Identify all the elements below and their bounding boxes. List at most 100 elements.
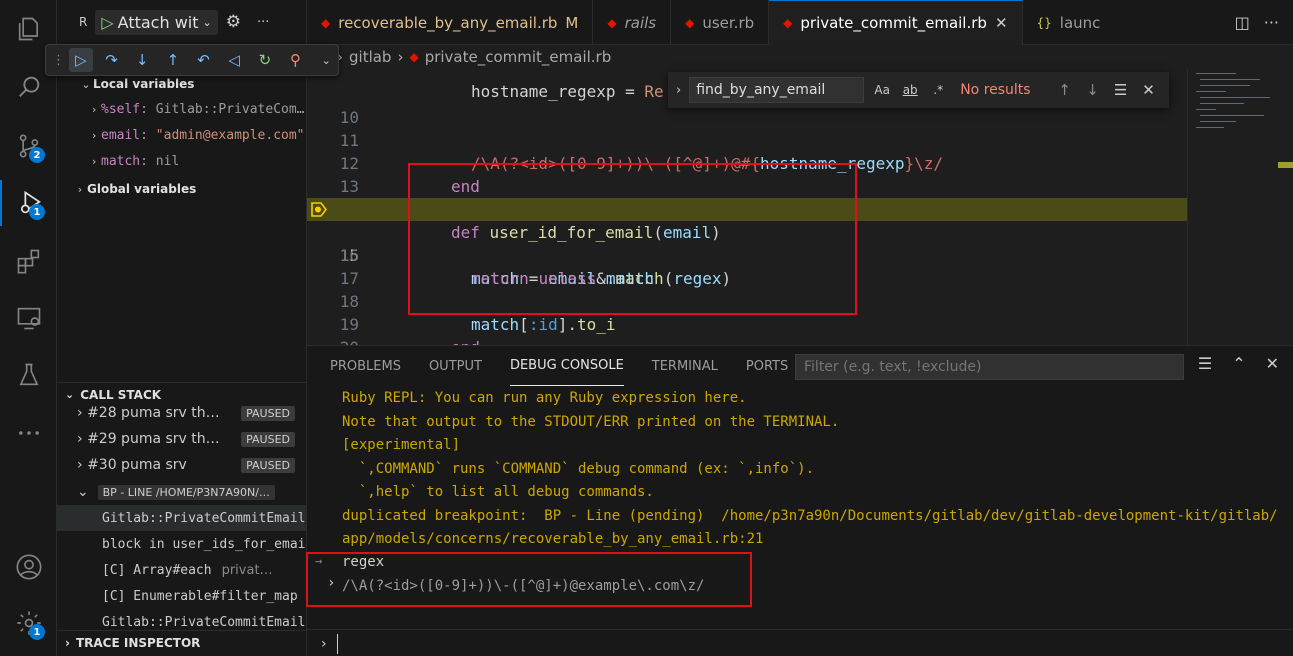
tab-label: rails xyxy=(624,13,657,32)
tab-launch[interactable]: {} launc xyxy=(1023,0,1115,45)
previous-match-icon[interactable]: ↑ xyxy=(1055,81,1075,99)
activity-bar: 2 1 1 xyxy=(0,0,57,656)
variable-row[interactable]: › %self: Gitlab::PrivateCom… xyxy=(57,97,306,121)
variable-row[interactable]: › match: nil xyxy=(57,149,306,173)
chevron-down-icon[interactable]: ⌄ xyxy=(314,48,338,72)
tab-ports[interactable]: PORTS xyxy=(746,346,788,386)
close-find-icon[interactable]: ✕ xyxy=(1139,81,1159,99)
tab-rails[interactable]: ◆ rails xyxy=(593,0,672,45)
modified-indicator: M xyxy=(565,13,579,32)
debug-console-output[interactable]: Ruby REPL: You can run any Ruby expressi… xyxy=(307,386,1293,626)
whole-word-toggle[interactable]: ab xyxy=(900,83,920,97)
disconnect-icon[interactable]: ⚲ xyxy=(284,48,308,72)
split-editor-icon[interactable]: ◫ xyxy=(1235,13,1250,32)
stack-frame-row[interactable]: [C] Enumerable#filter_map xyxy=(57,583,306,609)
drag-handle-icon[interactable]: ⋮⋮ xyxy=(52,53,78,68)
debug-more-icon[interactable]: ··· xyxy=(257,15,269,30)
breakpoint-thread-row[interactable]: ⌄ BP - LINE /HOME/P3N7A90N/… xyxy=(57,479,306,505)
tab-private-commit-email[interactable]: ◆ private_commit_email.rb ✕ xyxy=(769,0,1023,45)
more-icon[interactable] xyxy=(0,410,57,456)
breakpoint-arrow-icon[interactable] xyxy=(311,202,327,217)
debug-toolbar: ⋮⋮ ▷ ↷ ↓ ↑ ↶ ◁ ↻ ⚲ ⌄ xyxy=(45,44,339,76)
step-out-icon[interactable]: ↑ xyxy=(161,48,185,72)
local-variables-label: Local variables xyxy=(93,77,195,91)
chevron-right-icon: › xyxy=(77,431,83,447)
testing-icon[interactable] xyxy=(0,352,57,398)
reverse-continue-icon[interactable]: ◁ xyxy=(222,48,246,72)
chevron-right-icon: › xyxy=(90,128,98,142)
chevron-right-icon: › xyxy=(77,457,83,473)
stack-frame-row[interactable]: [C] Array#each privat… xyxy=(57,557,306,583)
step-back-icon[interactable]: ↶ xyxy=(192,48,216,72)
next-match-icon[interactable]: ↓ xyxy=(1083,81,1103,99)
minimap-current-line xyxy=(1278,162,1293,168)
settings-gear-icon[interactable]: 1 xyxy=(0,600,57,646)
tab-problems[interactable]: PROBLEMS xyxy=(330,346,401,386)
step-over-icon[interactable]: ↷ xyxy=(100,48,124,72)
code-line: 20 xyxy=(307,313,1187,345)
restart-icon[interactable]: ↻ xyxy=(253,48,277,72)
code-editor[interactable]: hostname_regexp = Re 10 11 /\A(?<id>([0-… xyxy=(307,69,1187,345)
breadcrumb-item[interactable]: gitlab xyxy=(349,48,391,66)
thread-row[interactable]: › #28 puma srv th… PAUSED xyxy=(57,400,306,426)
code-line: 17 xyxy=(307,244,1187,288)
minimap[interactable] xyxy=(1187,69,1293,345)
find-input[interactable] xyxy=(689,77,865,103)
tab-terminal[interactable]: TERMINAL xyxy=(652,346,718,386)
step-into-icon[interactable]: ↓ xyxy=(130,48,154,72)
chevron-right-icon[interactable]: › xyxy=(327,575,335,591)
code-line: 19 end xyxy=(307,290,1187,345)
launch-config-select[interactable]: ▷ Attach wit ⌄ xyxy=(95,9,218,35)
extensions-icon[interactable] xyxy=(0,238,57,284)
trace-inspector-title: TRACE INSPECTOR xyxy=(75,635,201,650)
ruby-file-icon: ◆ xyxy=(685,15,695,30)
regex-toggle[interactable]: .* xyxy=(928,83,948,97)
run-debug-icon[interactable]: 1 xyxy=(0,180,57,226)
global-variables-header[interactable]: › Global variables xyxy=(57,177,306,201)
start-debug-icon[interactable]: ▷ xyxy=(101,13,113,32)
variable-row[interactable]: › email: "admin@example.com" xyxy=(57,123,306,147)
thread-label: #28 puma srv th… xyxy=(87,405,220,421)
stack-frame-label: Gitlab::PrivateCommitEmail xyxy=(102,510,306,526)
more-actions-icon[interactable]: ··· xyxy=(1264,13,1279,32)
tab-user[interactable]: ◆ user.rb xyxy=(671,0,770,45)
code-line: 18 match[:id].to_i xyxy=(307,267,1187,334)
close-panel-icon[interactable]: ✕ xyxy=(1266,354,1279,373)
debug-settings-gear-icon[interactable]: ⚙ xyxy=(226,12,241,32)
tab-recoverable-by-any-email[interactable]: ◆ recoverable_by_any_email.rb M xyxy=(307,0,594,45)
stack-frame-label: [C] Array#each xyxy=(102,562,212,578)
source-control-badge: 2 xyxy=(29,147,45,163)
repl-input[interactable]: › xyxy=(307,629,1293,656)
continue-icon[interactable]: ▷ xyxy=(69,48,93,72)
tab-debug-console[interactable]: DEBUG CONSOLE xyxy=(509,346,624,386)
code-line: 11 /\A(?<id>([0-9]+))\-([^@]+)@#{hostnam… xyxy=(307,106,1187,173)
console-input-expression: regex xyxy=(342,554,385,570)
chevron-down-icon: ⌄ xyxy=(81,77,91,91)
console-line: `,COMMAND` runs `COMMAND` debug command … xyxy=(342,461,815,477)
close-icon[interactable]: ✕ xyxy=(995,14,1008,32)
run-label: R xyxy=(79,15,88,29)
find-in-selection-icon[interactable]: ☰ xyxy=(1111,81,1131,99)
match-case-toggle[interactable]: Aa xyxy=(872,83,892,97)
breadcrumb-item[interactable]: private_commit_email.rb xyxy=(425,48,612,66)
maximize-panel-icon[interactable]: ⌃ xyxy=(1232,354,1245,373)
source-control-icon[interactable]: 2 xyxy=(0,123,57,169)
thread-row[interactable]: › #30 puma srv PAUSED xyxy=(57,452,306,478)
chevron-right-icon: › xyxy=(90,154,98,168)
clear-console-icon[interactable]: ☰ xyxy=(1198,354,1212,373)
code-line: 21 def user_ids_for_emails(emails) xyxy=(307,336,1187,345)
chevron-down-icon: ⌄ xyxy=(77,484,89,500)
editor-actions: ◫ ··· xyxy=(1235,0,1279,45)
toggle-replace-chevron-icon[interactable]: › xyxy=(676,83,681,98)
settings-badge: 1 xyxy=(29,624,45,640)
account-icon[interactable] xyxy=(0,544,57,590)
thread-row[interactable]: › #29 puma srv th… PAUSED xyxy=(57,426,306,452)
trace-inspector-header[interactable]: › TRACE INSPECTOR xyxy=(57,630,306,654)
tab-label: launc xyxy=(1059,13,1101,32)
console-output-value[interactable]: /\A(?<id>([0-9]+))\-([^@]+)@example\.com… xyxy=(342,575,704,598)
stack-frame-row[interactable]: block in user_ids_for_emai xyxy=(57,531,306,557)
stack-frame-row[interactable]: Gitlab::PrivateCommitEmail xyxy=(57,505,306,531)
tab-output[interactable]: OUTPUT xyxy=(429,346,482,386)
console-filter-input[interactable] xyxy=(795,354,1184,380)
remote-explorer-icon[interactable] xyxy=(0,295,57,341)
